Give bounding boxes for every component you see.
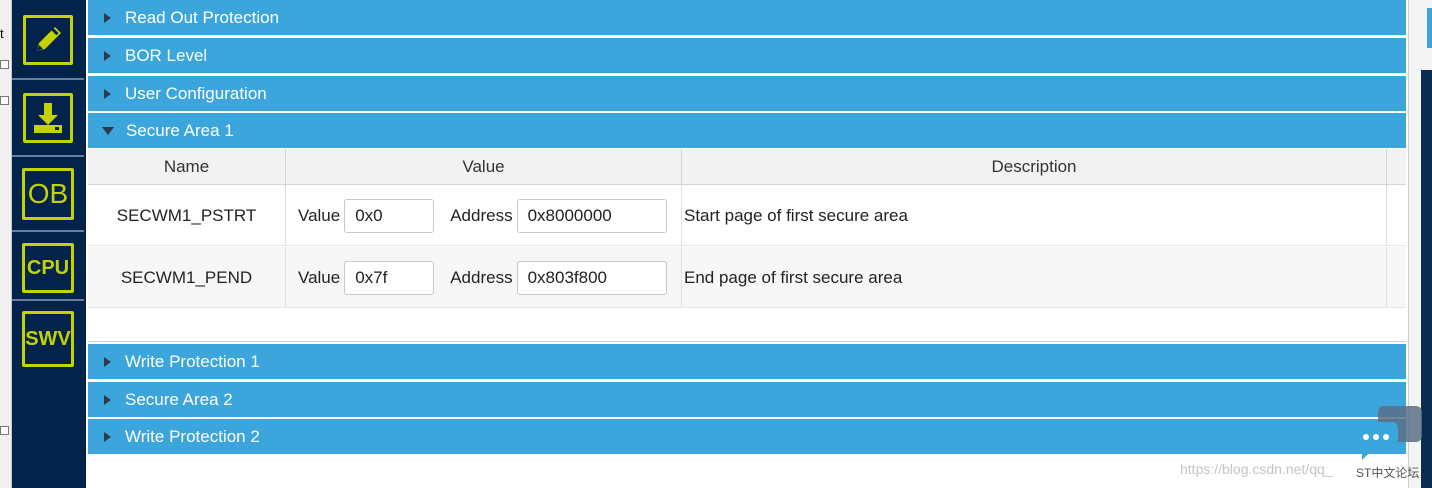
download-icon [23, 93, 73, 143]
section-secure-area-2[interactable]: Secure Area 2 [88, 382, 1406, 417]
option-bytes-button[interactable]: OB [20, 162, 76, 226]
watermark-tag: ST中文论坛 [1356, 466, 1420, 480]
section-secure-area-1[interactable]: Secure Area 1 [88, 113, 1406, 148]
column-header-name[interactable]: Name [88, 149, 286, 185]
cpu-icon: CPU [22, 243, 74, 293]
value-input[interactable]: 0x0 [344, 198, 435, 233]
section-label: Write Protection 1 [125, 351, 260, 371]
option-value-cell: Value 0x7f Address 0x803f800 [286, 247, 682, 308]
column-header-value[interactable]: Value [286, 149, 682, 185]
edit-memory-button[interactable] [20, 8, 76, 72]
scrollbar-thumb[interactable] [1427, 8, 1432, 48]
ob-label: OB [27, 178, 69, 209]
column-header-filler [1387, 149, 1406, 185]
option-name: SECWM1_PEND [88, 247, 286, 308]
swv-button[interactable]: SWV [20, 308, 76, 370]
section-write-protection-2[interactable]: Write Protection 2 [88, 419, 1406, 454]
background-tree-node-icon [0, 96, 9, 105]
tool-rail: OB CPU SWV [12, 0, 86, 488]
expand-arrow-icon [104, 12, 111, 23]
rail-divider [12, 155, 84, 157]
erase-programming-button[interactable] [20, 86, 76, 150]
expand-arrow-icon [104, 88, 111, 99]
rail-divider [12, 230, 84, 232]
section-bor-level[interactable]: BOR Level [88, 38, 1406, 73]
expand-arrow-icon [104, 50, 111, 61]
value-label: Value [298, 205, 341, 225]
section-label: Secure Area 2 [125, 389, 233, 409]
rail-divider [12, 78, 84, 80]
section-write-protection-1[interactable]: Write Protection 1 [88, 344, 1406, 379]
row-filler [1387, 185, 1406, 246]
address-input[interactable]: 0x8000000 [516, 198, 667, 233]
section-user-configuration[interactable]: User Configuration [88, 76, 1406, 111]
watermark-url: https://blog.csdn.net/qq_ [1180, 461, 1333, 477]
rail-divider [12, 299, 84, 301]
option-bytes-panel: Read Out Protection BOR Level User Confi… [86, 0, 1408, 488]
section-label: User Configuration [125, 83, 267, 103]
section-label: Write Protection 2 [125, 426, 260, 446]
secure-area-1-table: Name Value Description SECWM1_PSTRT Valu… [88, 149, 1406, 342]
table-header: Name Value Description [88, 149, 1406, 185]
row-filler [1387, 247, 1406, 308]
background-window-edge: t [0, 0, 12, 488]
section-read-out-protection[interactable]: Read Out Protection [88, 0, 1406, 35]
address-input[interactable]: 0x803f800 [516, 260, 667, 295]
section-label: BOR Level [125, 45, 208, 65]
cpu-button[interactable]: CPU [20, 237, 76, 299]
option-name: SECWM1_PSTRT [88, 185, 286, 246]
column-header-description[interactable]: Description [682, 149, 1387, 185]
option-description: Start page of first secure area [682, 185, 1387, 246]
collapse-arrow-icon [102, 126, 114, 135]
option-description: End page of first secure area [682, 247, 1387, 308]
swv-icon: SWV [22, 311, 74, 367]
address-label: Address [450, 205, 513, 225]
expand-arrow-icon [104, 431, 111, 442]
value-input[interactable]: 0x7f [344, 260, 435, 295]
expand-arrow-icon [104, 356, 111, 367]
section-label: Read Out Protection [125, 7, 280, 27]
address-label: Address [450, 267, 513, 287]
edit-icon [23, 15, 73, 65]
section-label: Secure Area 1 [126, 120, 234, 140]
option-value-cell: Value 0x0 Address 0x8000000 [286, 185, 682, 246]
chat-bubble-icon [1352, 404, 1424, 465]
background-tree-node-icon [0, 60, 9, 69]
expand-arrow-icon [104, 394, 111, 405]
table-row: SECWM1_PSTRT Value 0x0 Address 0x8000000… [88, 185, 1406, 246]
background-tree-node-icon [0, 426, 9, 435]
swv-label: SWV [25, 327, 71, 350]
value-label: Value [298, 267, 341, 287]
background-text-fragment: t [0, 26, 4, 41]
table-row: SECWM1_PEND Value 0x7f Address 0x803f800… [88, 247, 1406, 308]
ob-icon: OB [22, 168, 74, 220]
cpu-label: CPU [26, 256, 70, 279]
